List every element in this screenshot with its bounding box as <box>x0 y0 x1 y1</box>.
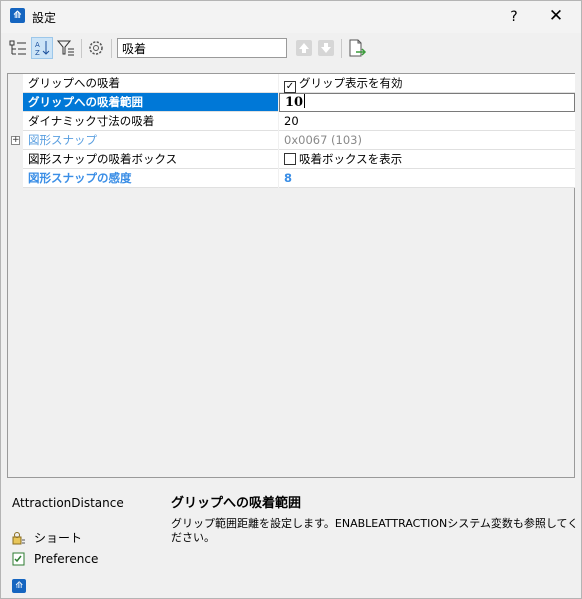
property-row-dynamic-dimension-attraction[interactable]: ダイナミック寸法の吸着 20 <box>23 112 575 131</box>
property-value[interactable]: 8 <box>279 169 575 188</box>
app-logo-icon: ⟰ <box>12 579 26 593</box>
previous-result-icon[interactable] <box>293 37 315 59</box>
help-button[interactable]: ? <box>501 5 527 29</box>
variable-name: AttractionDistance <box>12 496 124 510</box>
property-value[interactable]: 吸着ボックスを表示 <box>279 150 575 169</box>
checkbox-label: 吸着ボックスを表示 <box>299 152 403 166</box>
property-row-grip-attraction[interactable]: グリップへの吸着 ✓ グリップ表示を有効 <box>23 74 575 93</box>
toolbar: A Z <box>1 33 581 65</box>
key-lock-icon <box>12 531 26 545</box>
sort-alphabetical-icon[interactable]: A Z <box>31 37 53 59</box>
property-row-object-snap-aperture[interactable]: 図形スナップの吸着ボックス 吸着ボックスを表示 <box>23 150 575 169</box>
title-bar: ⟰ 設定 ? ✕ <box>1 1 581 33</box>
property-value-text: 10 <box>285 95 304 110</box>
property-row-grip-attraction-distance[interactable]: グリップへの吸着範囲 10 <box>23 93 575 112</box>
next-result-icon[interactable] <box>315 37 337 59</box>
property-name: グリップへの吸着 <box>23 74 278 93</box>
checkbox-label: グリップ表示を有効 <box>299 76 403 90</box>
close-button[interactable]: ✕ <box>541 5 571 29</box>
svg-text:Z: Z <box>35 49 40 57</box>
categorized-view-icon[interactable] <box>7 37 29 59</box>
property-value-editor[interactable]: 10 <box>279 93 575 112</box>
expand-plus-icon[interactable]: + <box>11 136 20 145</box>
description-text: グリップ範囲距離を設定します。ENABLEATTRACTIONシステム変数も参照… <box>171 517 579 544</box>
app-info: ⟰ <box>12 574 34 593</box>
property-row-object-snap[interactable]: 図形スナップ 0x0067 (103) <box>23 131 575 150</box>
property-name: ダイナミック寸法の吸着 <box>23 112 278 131</box>
shortcut-info: ショート <box>12 529 82 546</box>
preference-label: Preference <box>34 552 99 566</box>
property-value[interactable]: 20 <box>279 112 575 131</box>
toolbar-separator <box>111 39 112 58</box>
settings-window: ⟰ 設定 ? ✕ A Z 吸着 グリップへの吸着 ✓ グリップ表示を有効 グリッ… <box>0 0 582 599</box>
property-name: 図形スナップ <box>23 131 278 150</box>
window-title: 設定 <box>32 11 57 25</box>
filter-icon[interactable] <box>55 37 77 59</box>
svg-text:A: A <box>35 41 40 49</box>
toolbar-separator <box>81 39 82 58</box>
property-grid: グリップへの吸着 ✓ グリップ表示を有効 グリップへの吸着範囲 10 ダイナミック… <box>7 73 575 478</box>
export-icon[interactable] <box>346 37 368 59</box>
toolbar-separator <box>341 39 342 58</box>
description-title: グリップへの吸着範囲 <box>171 496 302 511</box>
text-caret <box>304 94 306 108</box>
preference-info: Preference <box>12 552 98 566</box>
checkbox-unchecked-icon[interactable] <box>284 153 296 165</box>
property-name: 図形スナップの吸着ボックス <box>23 150 278 169</box>
property-name: グリップへの吸着範囲 <box>23 93 278 112</box>
checklist-icon <box>12 552 26 566</box>
checkbox-checked-icon[interactable]: ✓ <box>284 81 296 93</box>
property-name: 図形スナップの感度 <box>23 169 278 188</box>
property-value: 0x0067 (103) <box>279 131 575 150</box>
shortcut-label: ショート <box>34 531 83 545</box>
property-row-object-snap-sensitivity[interactable]: 図形スナップの感度 8 <box>23 169 575 188</box>
search-input[interactable] <box>117 38 287 58</box>
gear-icon[interactable] <box>85 37 107 59</box>
property-value[interactable]: ✓ グリップ表示を有効 <box>279 74 575 93</box>
app-logo-icon: ⟰ <box>10 8 25 23</box>
